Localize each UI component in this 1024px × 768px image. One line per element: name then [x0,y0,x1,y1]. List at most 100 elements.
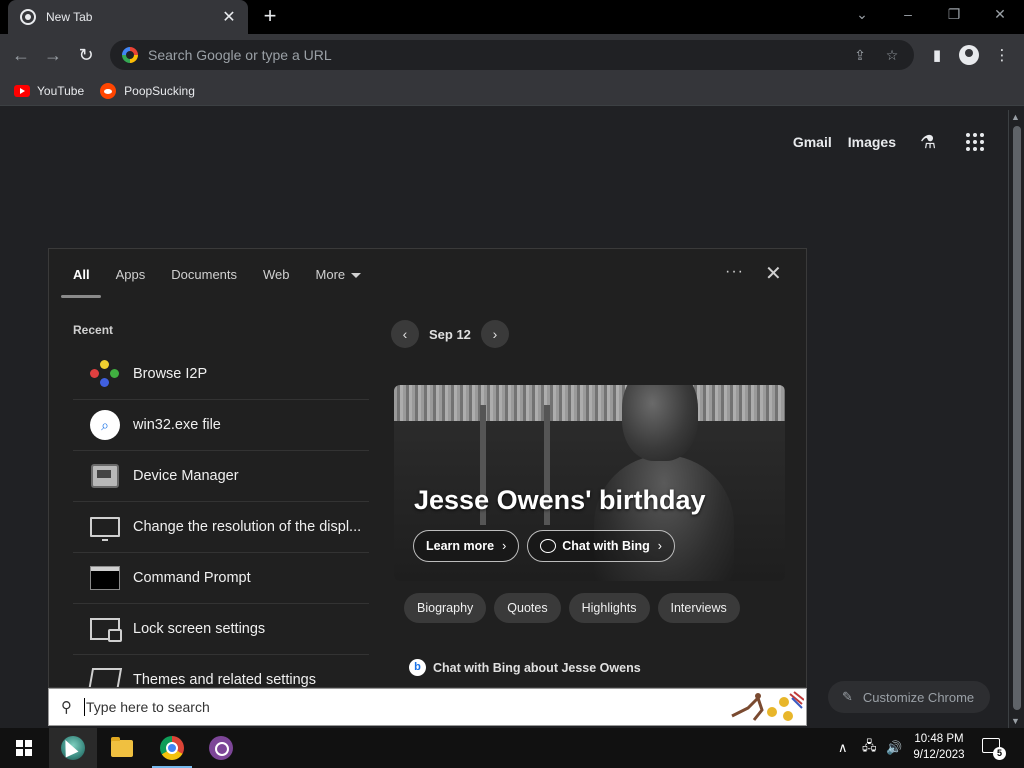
recent-item-lock-screen[interactable]: Lock screen settings [73,604,369,655]
menu-kebab-icon[interactable]: ⋮ [992,46,1012,66]
customize-chrome-button[interactable]: ✎ Customize Chrome [828,681,990,713]
recent-heading: Recent [73,323,114,337]
search-highlight-card[interactable]: Jesse Owens' birthday Learn more › Chat w… [394,385,785,581]
bookmarks-bar: YouTube PoopSucking [0,76,1024,106]
labs-flask-icon[interactable]: ⚗ [920,132,940,152]
tab-search-chevron-icon[interactable]: ⌄ [852,6,872,23]
notification-count: 5 [993,747,1006,760]
scroll-thumb[interactable] [1013,126,1021,710]
tab-web[interactable]: Web [263,267,290,282]
google-apps-icon[interactable] [966,133,984,151]
active-tab-indicator [61,295,101,298]
page-scrollbar[interactable]: ▲ ▼ [1008,110,1024,728]
tor-browser-icon [209,736,233,760]
browser-toolbar: ← → ↻ Search Google or type a URL ⇪ ☆ ▮ … [0,34,1024,76]
scroll-up-icon[interactable]: ▲ [1011,112,1020,122]
bookmark-poopsucking[interactable]: PoopSucking [100,82,195,99]
tab-new-tab[interactable]: New Tab ✕ [8,0,248,34]
taskbar-search-box[interactable]: ⚲ Type here to search [48,688,807,726]
new-tab-button[interactable]: + [258,5,282,29]
search-icon: ⚲ [61,699,72,716]
back-arrow-icon[interactable]: ← [10,44,32,66]
taskbar-file-explorer[interactable] [98,728,146,768]
youtube-icon [14,84,30,97]
share-icon[interactable]: ⇪ [850,47,870,64]
google-logo-icon [122,47,138,63]
caret-down-icon [351,273,362,279]
recent-item-command-prompt[interactable]: Command Prompt [73,553,369,604]
search-filter-tabs: All Apps Documents Web More [73,267,387,282]
tab-apps[interactable]: Apps [116,267,146,282]
tab-more[interactable]: More [316,267,362,282]
close-window-icon[interactable]: ✕ [990,6,1010,23]
recent-item-display-resolution[interactable]: Change the resolution of the displ... [73,502,369,553]
chrome-icon [160,736,184,760]
omnibox-input[interactable]: Search Google or type a URL [148,47,838,63]
show-hidden-icons-icon[interactable]: ∧ [838,728,848,768]
taskbar-tor-browser[interactable] [197,728,245,768]
i2p-icon [90,360,120,388]
side-panel-icon[interactable]: ▮ [927,46,947,66]
learn-more-button[interactable]: Learn more › [413,530,520,562]
chat-with-bing-button[interactable]: Chat with Bing › [527,530,675,562]
chat-bubble-icon [540,539,557,553]
device-manager-icon [91,464,119,488]
monitor-icon [90,517,120,541]
search-input[interactable]: Type here to search [84,698,210,716]
chrome-favicon-icon [20,9,36,25]
windows-taskbar: ∧ 🖧 🔊 10:48 PM 9/12/2023 5 [0,728,1024,768]
images-link[interactable]: Images [848,134,896,150]
start-button[interactable] [0,728,48,768]
close-panel-icon[interactable]: ✕ [765,261,782,286]
ntp-header-links: Gmail Images ⚗ [777,132,984,152]
chip-biography[interactable]: Biography [404,593,487,623]
previous-day-button[interactable]: ‹ [391,320,419,348]
recent-item-win32-exe[interactable]: ⌕ win32.exe file [73,400,369,451]
bookmark-youtube[interactable]: YouTube [14,84,84,98]
tab-title: New Tab [46,10,93,24]
tab-all[interactable]: All [73,267,90,282]
recent-list: Browse I2P ⌕ win32.exe file Device Manag… [73,349,369,687]
chip-quotes[interactable]: Quotes [494,593,561,623]
reddit-icon [100,82,117,99]
volume-icon[interactable]: 🔊 [886,728,902,768]
bookmark-star-icon[interactable]: ☆ [882,47,902,64]
recent-item-themes[interactable]: Themes and related settings [73,655,369,687]
scroll-down-icon[interactable]: ▼ [1011,716,1020,726]
omnibox[interactable]: Search Google or type a URL ⇪ ☆ [110,40,914,70]
windows-search-panel: All Apps Documents Web More ··· ✕ Recent… [48,248,807,688]
restore-icon[interactable]: ❐ [944,6,964,23]
chip-highlights[interactable]: Highlights [568,593,650,623]
bing-logo-icon: b [409,659,426,676]
date-label: Sep 12 [429,326,471,342]
pencil-icon: ✎ [842,689,853,704]
themes-icon [87,668,123,687]
tab-documents[interactable]: Documents [171,267,237,282]
reload-icon[interactable]: ↻ [75,44,97,66]
chip-interviews[interactable]: Interviews [657,593,740,623]
tab-strip: New Tab ✕ + ⌄ – ❐ ✕ [0,0,1024,34]
taskbar-chrome[interactable] [148,728,196,768]
chevron-right-icon: › [502,539,507,553]
chat-with-bing-link[interactable]: b Chat with Bing about Jesse Owens [409,659,641,676]
lock-screen-icon [90,618,122,642]
gmail-link[interactable]: Gmail [793,134,832,150]
minimize-icon[interactable]: – [898,6,918,22]
recent-item-device-manager[interactable]: Device Manager [73,451,369,502]
notification-center-icon[interactable]: 5 [982,738,1006,760]
more-options-icon[interactable]: ··· [725,263,744,281]
profile-avatar-icon[interactable] [959,45,979,65]
search-highlight-doodle-icon [731,691,804,721]
date-navigator: ‹ Sep 12 › [391,320,509,348]
next-day-button[interactable]: › [480,320,509,348]
close-tab-icon[interactable]: ✕ [220,7,238,27]
forward-arrow-icon[interactable]: → [42,44,64,66]
chevron-right-icon: › [657,539,662,553]
recent-item-browse-i2p[interactable]: Browse I2P [73,349,369,400]
highlight-title: Jesse Owens' birthday [414,485,706,515]
folder-icon [111,736,133,757]
network-icon[interactable]: 🖧 [862,728,877,768]
system-clock[interactable]: 10:48 PM 9/12/2023 [906,731,972,763]
command-prompt-icon [90,566,120,590]
search-icon: ⌕ [90,410,120,440]
